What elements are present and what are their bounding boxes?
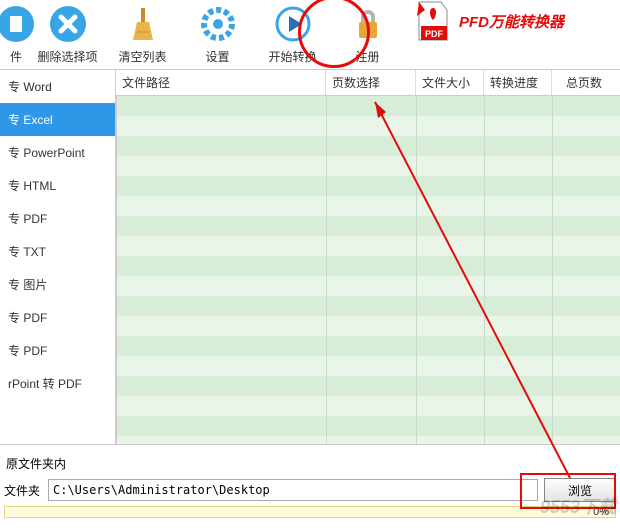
toolbar-label: 开始转换 (268, 48, 316, 65)
toolbar-label: 注册 (355, 48, 379, 65)
sidebar-item-pdf3[interactable]: 专 PDF (0, 334, 115, 367)
brand: PDF PFD万能转换器 (413, 0, 564, 42)
toolbar-label: 设置 (205, 48, 229, 65)
bottom-panel: 原文件夹内 文件夹 浏览 0% (0, 445, 620, 524)
output-path-input[interactable] (48, 479, 538, 501)
progress-bar: 0% (4, 506, 616, 518)
lock-icon (346, 2, 390, 46)
th-size[interactable]: 文件大小 (416, 70, 484, 95)
file-table: 文件路径 页数选择 文件大小 转换进度 总页数 (116, 70, 620, 444)
toolbar-start[interactable]: 开始转换 (255, 0, 330, 65)
svg-text:PDF: PDF (425, 29, 444, 39)
toolbar-label: 清空列表 (118, 48, 166, 65)
toolbar-file[interactable]: 件 (2, 0, 30, 65)
sidebar-item-powerpoint[interactable]: 专 PowerPoint (0, 136, 115, 169)
main-area: 专 Word 专 Excel 专 PowerPoint 专 HTML 专 PDF… (0, 70, 620, 445)
brand-text: PFD万能转换器 (459, 11, 564, 32)
play-icon (271, 2, 315, 46)
watermark: 9553下载 (540, 493, 616, 519)
table-header: 文件路径 页数选择 文件大小 转换进度 总页数 (116, 70, 620, 96)
sidebar-item-excel[interactable]: 专 Excel (0, 103, 115, 136)
sidebar: 专 Word 专 Excel 专 PowerPoint 专 HTML 专 PDF… (0, 70, 116, 444)
sidebar-item-rpoint[interactable]: rPoint 转 PDF (0, 367, 115, 400)
sidebar-item-txt[interactable]: 专 TXT (0, 235, 115, 268)
sidebar-item-pdf[interactable]: 专 PDF (0, 202, 115, 235)
output-mode-label: 原文件夹内 (6, 455, 616, 472)
toolbar-register[interactable]: 注册 (330, 0, 405, 65)
folder-row-label: 文件夹 (4, 482, 42, 499)
sidebar-item-pdf2[interactable]: 专 PDF (0, 301, 115, 334)
toolbar-delete[interactable]: 删除选择项 (30, 0, 105, 65)
toolbar-settings[interactable]: 设置 (180, 0, 255, 65)
sidebar-item-word[interactable]: 专 Word (0, 70, 115, 103)
pdf-icon: PDF (413, 0, 453, 42)
sidebar-item-html[interactable]: 专 HTML (0, 169, 115, 202)
th-total[interactable]: 总页数 (552, 70, 608, 95)
th-progress[interactable]: 转换进度 (484, 70, 552, 95)
toolbar-clear[interactable]: 清空列表 (105, 0, 180, 65)
th-pages[interactable]: 页数选择 (326, 70, 416, 95)
toolbar: 件 删除选择项 清空列表 设置 开始转换 注册 PDF PFD万能转换器 (0, 0, 620, 70)
clear-icon (121, 2, 165, 46)
toolbar-label: 件 (10, 48, 22, 65)
settings-icon (196, 2, 240, 46)
th-path[interactable]: 文件路径 (116, 70, 326, 95)
sidebar-item-image[interactable]: 专 图片 (0, 268, 115, 301)
delete-icon (46, 2, 90, 46)
toolbar-label: 删除选择项 (37, 48, 97, 65)
table-body[interactable] (116, 96, 620, 444)
